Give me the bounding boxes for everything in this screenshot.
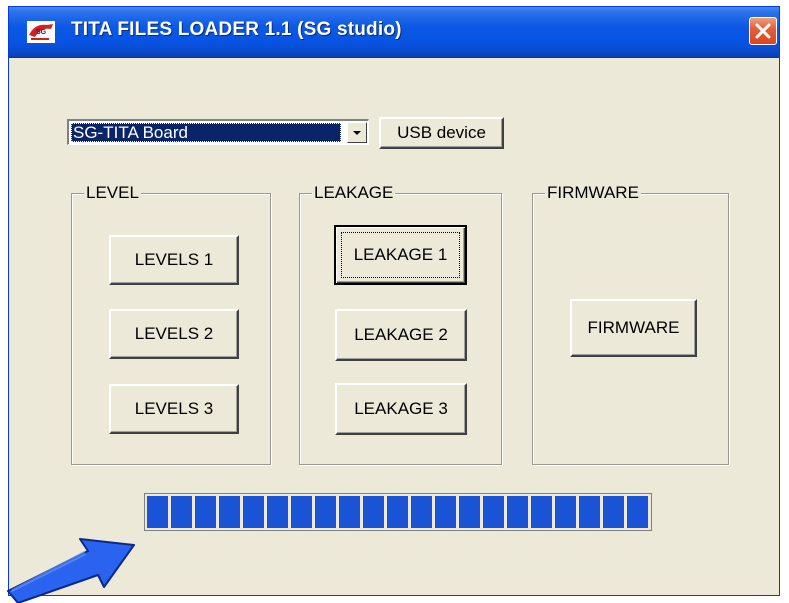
levels-3-label: LEVELS 3 [134,399,214,418]
chevron-down-icon[interactable] [347,122,367,143]
usb-device-label: USB device [397,123,486,142]
usb-device-button[interactable]: USB device [379,117,504,149]
firmware-group-title: FIRMWARE [545,182,641,204]
title-bar[interactable]: SG TITA FILES LOADER 1.1 (SG studio) [9,7,779,58]
levels-1-label: LEVELS 1 [134,250,214,269]
firmware-label: FIRMWARE [587,318,680,337]
levels-1-button[interactable]: LEVELS 1 [109,235,239,285]
leakage-group-title: LEAKAGE [312,182,396,204]
device-select-value: SG-TITA Board [71,123,341,142]
close-icon [755,23,771,39]
arrow-annotation-icon [7,538,135,603]
leakage-2-button[interactable]: LEAKAGE 2 [335,309,467,361]
leakage-3-button[interactable]: LEAKAGE 3 [335,383,467,435]
focus-ring [341,232,460,278]
levels-2-button[interactable]: LEVELS 2 [109,309,239,359]
leakage-2-label: LEAKAGE 2 [354,325,448,344]
firmware-button[interactable]: FIRMWARE [570,299,697,357]
leakage-1-button[interactable]: LEAKAGE 1 [334,225,467,285]
device-select[interactable]: SG-TITA Board [67,119,369,145]
progress-bar [144,493,652,531]
level-group-title: LEVEL [84,182,141,204]
progress-fill [147,496,649,528]
levels-3-button[interactable]: LEVELS 3 [109,384,239,434]
leakage-3-label: LEAKAGE 3 [354,399,448,418]
svg-text:SG: SG [36,29,47,36]
close-button[interactable] [749,17,777,45]
main-window: SG TITA FILES LOADER 1.1 (SG studio) SG-… [8,6,780,596]
levels-2-label: LEVELS 2 [134,324,214,343]
app-logo-icon: SG [27,21,55,43]
window-title: TITA FILES LOADER 1.1 (SG studio) [71,19,402,40]
